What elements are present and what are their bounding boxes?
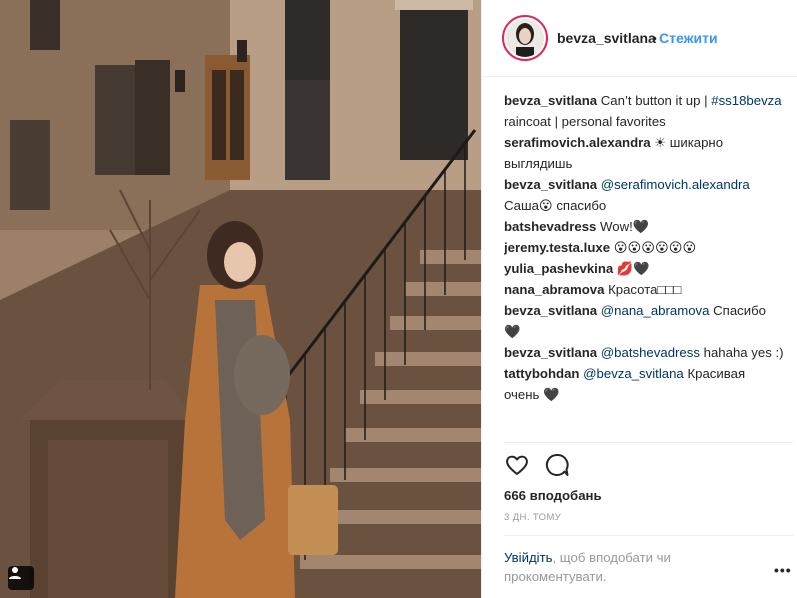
photo-illustration: [0, 0, 481, 598]
login-prompt: Увійдіть, щоб вподобати чи прокоментуват…: [504, 548, 754, 586]
comment-item: jeremy.testa.luxe 😮😮😮😮😮😮: [504, 237, 784, 258]
comment-username[interactable]: batshevadress: [504, 219, 596, 234]
comment-mention-link[interactable]: #ss18bevza: [711, 93, 781, 108]
person-tag-icon: [9, 567, 21, 579]
comments-list[interactable]: bevza_svitlana Can’t button it up | #ss1…: [504, 90, 784, 440]
comment-text: Красота□□□: [604, 282, 682, 297]
comment-username[interactable]: bevza_svitlana: [504, 177, 597, 192]
comment-text: 💋🖤: [613, 261, 650, 276]
comment-item: bevza_svitlana @nana_abramova Спасибо 🖤: [504, 300, 784, 342]
comment-text: Саша😮 спасибо: [504, 198, 607, 213]
comment-item: tattybohdan @bevza_svitlana Красивая оче…: [504, 363, 784, 405]
comment-item: bevza_svitlana Can’t button it up | #ss1…: [504, 90, 784, 132]
comment-item: bevza_svitlana @serafimovich.alexandra С…: [504, 174, 784, 216]
post-author-username[interactable]: bevza_svitlana: [557, 30, 656, 46]
comment-username[interactable]: yulia_pashevkina: [504, 261, 613, 276]
comment-text: hahaha yes :): [699, 345, 784, 360]
post-header: bevza_svitlana • Стежити: [482, 0, 797, 77]
comment-username[interactable]: serafimovich.alexandra: [504, 135, 651, 150]
post-sidebar: bevza_svitlana • Стежити bevza_svitlana …: [481, 0, 797, 598]
comment-item: nana_abramova Красота□□□: [504, 279, 784, 300]
comment-item: bevza_svitlana @batshevadress hahaha yes…: [504, 342, 784, 363]
comment-mention-link[interactable]: @bevza_svitlana: [583, 366, 684, 381]
comment-item: batshevadress Wow!🖤: [504, 216, 784, 237]
comment-username[interactable]: bevza_svitlana: [504, 93, 597, 108]
header-separator: •: [652, 30, 657, 46]
avatar[interactable]: [502, 15, 548, 61]
heart-icon[interactable]: [504, 452, 530, 478]
comment-item: yulia_pashevkina 💋🖤: [504, 258, 784, 279]
follow-button[interactable]: Стежити: [659, 30, 718, 46]
comment-username[interactable]: jeremy.testa.luxe: [504, 240, 610, 255]
comment-item: serafimovich.alexandra ☀ шикарно выгляди…: [504, 132, 784, 174]
more-options-button[interactable]: •••: [774, 562, 792, 578]
comment-username[interactable]: tattybohdan: [504, 366, 579, 381]
comment-text: 😮😮😮😮😮😮: [610, 240, 697, 255]
comment-text: Wow!🖤: [596, 219, 650, 234]
comment-username[interactable]: bevza_svitlana: [504, 303, 597, 318]
divider: [504, 535, 794, 536]
person-tag-button[interactable]: [8, 566, 34, 590]
comment-username[interactable]: bevza_svitlana: [504, 345, 597, 360]
post-timestamp: 3 дн. тому: [504, 512, 562, 523]
login-link[interactable]: Увійдіть: [504, 550, 552, 565]
comment-mention-link[interactable]: @nana_abramova: [601, 303, 710, 318]
avatar-image: [506, 19, 544, 57]
comment-username[interactable]: nana_abramova: [504, 282, 604, 297]
comment-mention-link[interactable]: @serafimovich.alexandra: [601, 177, 750, 192]
divider: [504, 442, 794, 443]
comment-text: raincoat | personal favorites: [504, 114, 666, 129]
comment-mention-link[interactable]: @batshevadress: [601, 345, 700, 360]
comment-bubble-icon[interactable]: [544, 452, 570, 478]
comment-text: Can’t button it up |: [597, 93, 712, 108]
likes-count[interactable]: 666 вподобань: [504, 488, 602, 503]
post-photo[interactable]: [0, 0, 481, 598]
